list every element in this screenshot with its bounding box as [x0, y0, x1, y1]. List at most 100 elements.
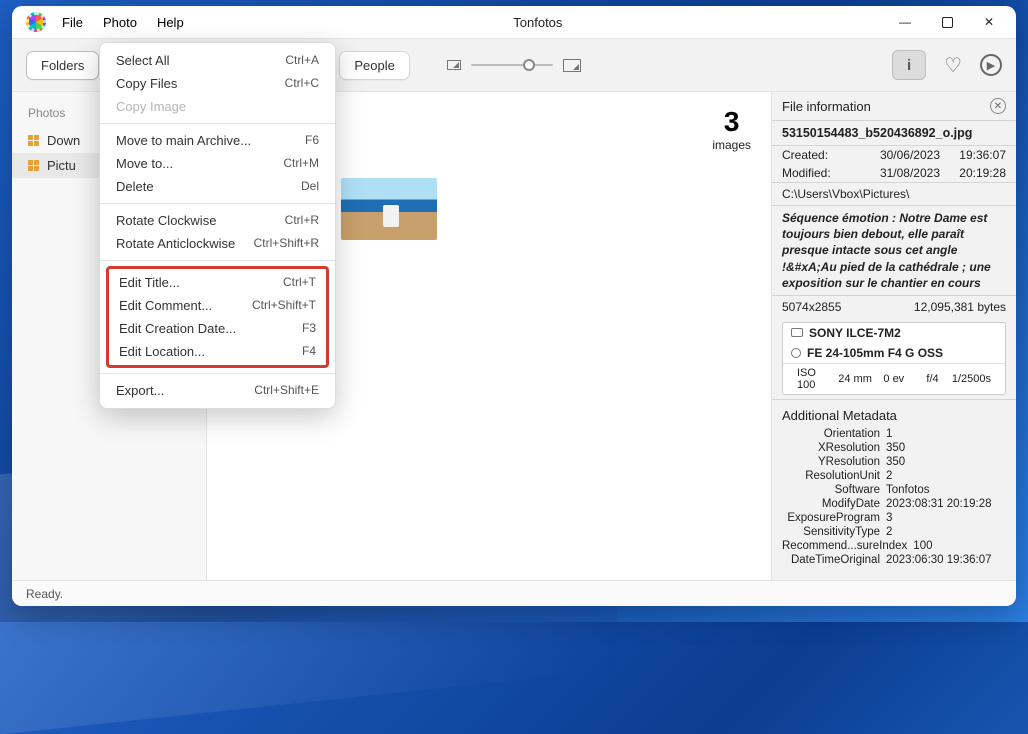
menu-item-label: Delete [116, 179, 154, 194]
metadata-rows: Orientation1XResolution350YResolution350… [772, 427, 1016, 567]
menu-item-label: Select All [116, 53, 169, 68]
menu-item[interactable]: Edit Creation Date... F3 [109, 317, 326, 340]
metadata-key: Software [782, 484, 886, 496]
file-path: C:\Users\Vbox\Pictures\ [772, 183, 1016, 205]
menu-item-shortcut: Del [301, 179, 319, 194]
menu-item-label: Move to... [116, 156, 173, 171]
menu-item-label: Copy Image [116, 99, 186, 114]
menu-item[interactable]: Select All Ctrl+A [100, 49, 335, 72]
metadata-key: Orientation [782, 428, 886, 440]
created-date: 30/06/2023 [842, 148, 940, 162]
metadata-value: 2 [886, 470, 1006, 482]
menu-item[interactable]: Edit Location...F4 [109, 340, 326, 363]
modified-time: 20:19:28 [940, 166, 1006, 180]
info-panel: File information ✕ 53150154483_b52043689… [771, 92, 1016, 580]
menu-item-label: Edit Location... [119, 344, 205, 359]
metadata-key: Recommend...sureIndex [782, 540, 913, 552]
info-toggle-button[interactable]: i [892, 50, 926, 80]
maximize-button[interactable] [926, 8, 968, 36]
menu-item-shortcut: Ctrl+R [285, 213, 319, 228]
menu-item-shortcut: Ctrl+Shift+E [254, 383, 319, 398]
menu-item[interactable]: Export... Ctrl+Shift+E [100, 379, 335, 402]
file-description: Séquence émotion : Notre Dame est toujou… [772, 206, 1016, 295]
zoom-control [447, 59, 581, 72]
menu-item-label: Export... [116, 383, 164, 398]
menu-item[interactable]: Rotate AnticlockwiseCtrl+Shift+R [100, 232, 335, 255]
play-icon: ▶ [987, 59, 995, 72]
menu-item[interactable]: Move to... Ctrl+M [100, 152, 335, 175]
metadata-value: 100 [913, 540, 1006, 552]
created-time: 19:36:07 [940, 148, 1006, 162]
menu-item-label: Move to main Archive... [116, 133, 251, 148]
menu-item-shortcut: Ctrl+C [285, 76, 319, 91]
play-button[interactable]: ▶ [980, 54, 1002, 76]
close-icon: ✕ [984, 15, 994, 29]
menu-item[interactable]: Edit Comment...Ctrl+Shift+T [109, 294, 326, 317]
close-button[interactable]: ✕ [968, 8, 1010, 36]
menu-help[interactable]: Help [149, 11, 192, 34]
menu-file[interactable]: File [54, 11, 91, 34]
app-window: File Photo Help Tonfotos — ✕ Folders Peo… [12, 6, 1016, 606]
metadata-key: YResolution [782, 456, 886, 468]
sidebar-item-label: Down [47, 133, 80, 148]
thumbnail-2[interactable] [341, 178, 437, 240]
zoom-slider[interactable] [471, 64, 553, 66]
metadata-row: DateTimeOriginal2023:06:30 19:36:07 [772, 553, 1016, 567]
metadata-key: ResolutionUnit [782, 470, 886, 482]
metadata-key: ExposureProgram [782, 512, 886, 524]
lens-icon [791, 348, 801, 358]
metadata-row: SoftwareTonfotos [772, 483, 1016, 497]
folders-button[interactable]: Folders [26, 51, 99, 80]
menubar: File Photo Help [54, 11, 192, 34]
metadata-row: XResolution350 [772, 441, 1016, 455]
image-count-number: 3 [712, 106, 751, 138]
menu-item-shortcut: Ctrl+A [285, 53, 319, 68]
menu-photo[interactable]: Photo [95, 11, 145, 34]
modified-label: Modified: [782, 166, 842, 180]
menu-item[interactable]: Copy FilesCtrl+C [100, 72, 335, 95]
thumb-small-icon [447, 60, 461, 70]
zoom-slider-thumb[interactable] [523, 59, 535, 71]
menu-item-label: Edit Creation Date... [119, 321, 236, 336]
titlebar: File Photo Help Tonfotos — ✕ [12, 6, 1016, 38]
maximize-icon [942, 17, 953, 28]
menu-item-shortcut: F6 [305, 133, 319, 148]
menu-item[interactable]: Rotate ClockwiseCtrl+R [100, 209, 335, 232]
folder-grid-icon [28, 135, 39, 146]
metadata-key: XResolution [782, 442, 886, 454]
highlighted-menu-group: Edit Title...Ctrl+TEdit Comment...Ctrl+S… [106, 266, 329, 368]
metadata-value: 1 [886, 428, 1006, 440]
metadata-row: Orientation1 [772, 427, 1016, 441]
metadata-value: 2023:06:30 19:36:07 [886, 554, 1006, 566]
menu-item[interactable]: Delete Del [100, 175, 335, 198]
people-button[interactable]: People [339, 51, 409, 80]
minimize-icon: — [899, 15, 911, 29]
metadata-row: ResolutionUnit2 [772, 469, 1016, 483]
metadata-row: Recommend...sureIndex100 [772, 539, 1016, 553]
minimize-button[interactable]: — [884, 8, 926, 36]
modified-date: 31/08/2023 [842, 166, 940, 180]
metadata-value: 350 [886, 456, 1006, 468]
exif-iso: ISO 100 [791, 367, 836, 391]
camera-box: SONY ILCE-7M2 FE 24-105mm F4 G OSS ISO 1… [782, 322, 1006, 395]
menu-item-shortcut: Ctrl+T [283, 275, 316, 290]
camera-model: SONY ILCE-7M2 [809, 326, 901, 340]
metadata-key: DateTimeOriginal [782, 554, 886, 566]
window-title: Tonfotos [192, 15, 884, 30]
dimensions: 5074x2855 [782, 300, 841, 314]
metadata-value: Tonfotos [886, 484, 1006, 496]
app-icon [26, 12, 46, 32]
menu-item-shortcut: F3 [302, 321, 316, 336]
metadata-row: ModifyDate2023:08:31 20:19:28 [772, 497, 1016, 511]
status-text: Ready. [26, 587, 63, 601]
file-name: 53150154483_b520436892_o.jpg [772, 121, 1016, 145]
statusbar: Ready. [12, 580, 1016, 606]
menu-item-shortcut: Ctrl+M [283, 156, 319, 171]
menu-item[interactable]: Move to main Archive... F6 [100, 129, 335, 152]
favorite-button[interactable]: ♡ [944, 53, 962, 78]
metadata-row: ExposureProgram3 [772, 511, 1016, 525]
metadata-value: 2023:08:31 20:19:28 [886, 498, 1006, 510]
exif-focal: 24 mm [836, 373, 875, 385]
info-close-button[interactable]: ✕ [990, 98, 1006, 114]
menu-item[interactable]: Edit Title...Ctrl+T [109, 271, 326, 294]
